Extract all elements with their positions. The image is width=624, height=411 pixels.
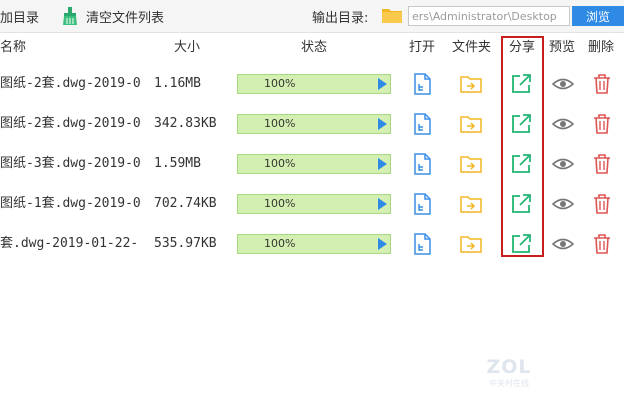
progress-text: 100% xyxy=(264,237,296,250)
file-name: 图纸-3套.dwg-2019-0 xyxy=(0,156,141,171)
file-size: 342.83KB xyxy=(154,116,217,131)
eye-icon[interactable] xyxy=(551,232,575,256)
folder-arrow-icon[interactable] xyxy=(459,152,483,176)
file-name: 套.dwg-2019-01-22- xyxy=(0,236,139,251)
trash-icon[interactable] xyxy=(590,72,614,96)
progress-bar: 100% xyxy=(237,234,391,254)
file-size: 702.74KB xyxy=(154,196,217,211)
trash-icon[interactable] xyxy=(590,112,614,136)
output-dir-label: 输出目录: xyxy=(312,10,369,26)
add-directory-button[interactable]: 加目录 xyxy=(0,0,39,32)
file-size: 535.97KB xyxy=(154,236,217,251)
progress-fill xyxy=(238,235,390,253)
trash-icon[interactable] xyxy=(590,152,614,176)
play-icon xyxy=(378,78,387,90)
share-column-highlight xyxy=(501,36,544,257)
folder-arrow-icon[interactable] xyxy=(459,192,483,216)
output-path-input[interactable] xyxy=(408,6,570,26)
eye-icon[interactable] xyxy=(551,112,575,136)
add-directory-label: 加目录 xyxy=(0,10,40,26)
progress-text: 100% xyxy=(264,157,296,170)
folder-icon[interactable] xyxy=(381,6,403,24)
eye-icon[interactable] xyxy=(551,192,575,216)
folder-arrow-icon[interactable] xyxy=(459,112,483,136)
progress-fill xyxy=(238,195,390,213)
header-status: 状态 xyxy=(301,40,328,55)
clear-list-label: 清空文件列表 xyxy=(86,10,165,26)
open-file-icon[interactable] xyxy=(410,112,434,136)
file-name: 图纸-1套.dwg-2019-0 xyxy=(0,196,141,211)
progress-text: 100% xyxy=(264,197,296,210)
open-file-icon[interactable] xyxy=(410,152,434,176)
broom-icon xyxy=(63,7,77,25)
progress-fill xyxy=(238,155,390,173)
folder-arrow-icon[interactable] xyxy=(459,232,483,256)
progress-text: 100% xyxy=(264,117,296,130)
file-size: 1.59MB xyxy=(154,156,201,171)
play-icon xyxy=(378,118,387,130)
progress-bar: 100% xyxy=(237,114,391,134)
header-folder: 文件夹 xyxy=(452,40,492,55)
progress-text: 100% xyxy=(264,77,296,90)
play-icon xyxy=(378,158,387,170)
file-name: 图纸-2套.dwg-2019-0 xyxy=(0,76,141,91)
eye-icon[interactable] xyxy=(551,72,575,96)
play-icon xyxy=(378,238,387,250)
watermark-tagline: 中关村在线 xyxy=(489,379,529,388)
clear-list-button[interactable]: 清空文件列表 xyxy=(60,0,164,32)
open-file-icon[interactable] xyxy=(410,72,434,96)
open-file-icon[interactable] xyxy=(410,192,434,216)
header-size: 大小 xyxy=(174,40,201,55)
progress-bar: 100% xyxy=(237,194,391,214)
progress-fill xyxy=(238,75,390,93)
file-size: 1.16MB xyxy=(154,76,201,91)
header-name: 名称 xyxy=(0,40,27,55)
toolbar: 加目录 清空文件列表 输出目录: 浏览 xyxy=(0,0,624,33)
progress-bar: 100% xyxy=(237,74,391,94)
watermark-logo: ZOL xyxy=(486,356,532,378)
header-delete: 删除 xyxy=(588,40,615,55)
trash-icon[interactable] xyxy=(590,192,614,216)
browse-button[interactable]: 浏览 xyxy=(572,6,624,26)
progress-fill xyxy=(238,115,390,133)
trash-icon[interactable] xyxy=(590,232,614,256)
open-file-icon[interactable] xyxy=(410,232,434,256)
file-name: 图纸-2套.dwg-2019-0 xyxy=(0,116,141,131)
header-open: 打开 xyxy=(409,40,436,55)
play-icon xyxy=(378,198,387,210)
progress-bar: 100% xyxy=(237,154,391,174)
watermark: ZOL 中关村在线 xyxy=(476,356,542,389)
header-preview: 预览 xyxy=(549,40,576,55)
eye-icon[interactable] xyxy=(551,152,575,176)
folder-arrow-icon[interactable] xyxy=(459,72,483,96)
